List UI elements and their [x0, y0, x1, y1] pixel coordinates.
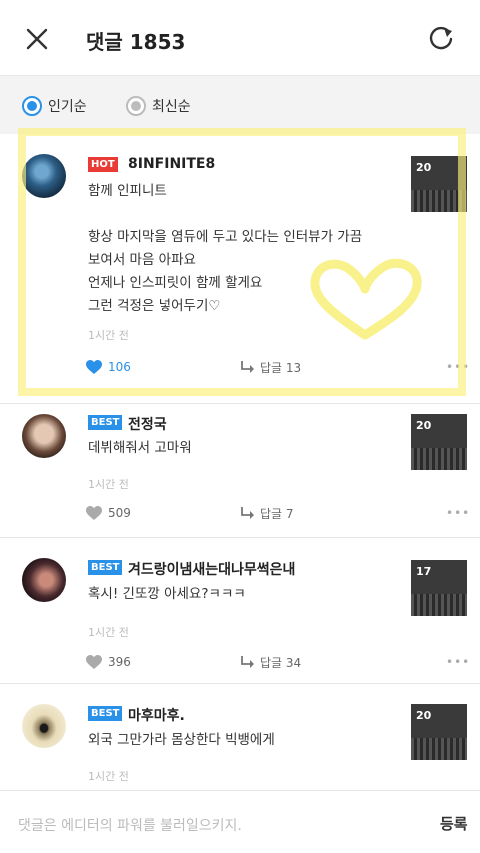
more-icon[interactable]: •••	[446, 360, 470, 374]
more-icon[interactable]: •••	[446, 506, 470, 520]
reply-label: 답글 13	[260, 360, 302, 375]
reply-arrow-icon	[241, 506, 254, 519]
radio-unselected-icon	[126, 96, 146, 116]
sort-popular-radio[interactable]: 인기순	[22, 94, 87, 118]
best-badge: BEST	[88, 415, 123, 430]
best-badge: BEST	[88, 560, 123, 575]
heart-icon	[86, 505, 102, 520]
reply-arrow-icon	[241, 655, 254, 668]
article-thumbnail[interactable]: 20	[411, 704, 467, 760]
comment-item: BEST 마후마후. 외국 그만가라 몸상한다 빅뱅에게 1시간 전 20	[0, 684, 480, 790]
thumbnail-number: 17	[416, 565, 432, 578]
like-button[interactable]: 106	[86, 358, 131, 376]
sort-popular-label: 인기순	[48, 99, 87, 115]
refresh-icon[interactable]	[424, 22, 458, 56]
thumbnail-image	[411, 190, 467, 212]
thumbnail-image	[411, 738, 467, 760]
comment-body: 데뷔해줘서 고마워	[88, 440, 192, 456]
thumbnail-image	[411, 594, 467, 616]
close-icon[interactable]	[22, 24, 52, 54]
header: 댓글 1853	[0, 0, 480, 76]
reply-label: 답글 7	[260, 506, 294, 521]
avatar[interactable]	[22, 414, 66, 458]
comment-time: 1시간 전	[88, 478, 129, 491]
comment-item: BEST 전정국 데뷔해줘서 고마워 1시간 전 509 답글 7 ••• 20	[0, 404, 480, 538]
article-thumbnail[interactable]: 20	[411, 414, 467, 470]
page-title: 댓글 1853	[86, 30, 186, 54]
thumbnail-number: 20	[416, 709, 432, 722]
like-button[interactable]: 396	[86, 653, 131, 671]
submit-button[interactable]: 등록	[440, 813, 468, 834]
comment-item: HOT 8INFINITE8 함께 인피니트 항상 마지막을 염듀에 두고 있다…	[0, 134, 480, 404]
article-thumbnail[interactable]: 17	[411, 560, 467, 616]
comment-list: HOT 8INFINITE8 함께 인피니트 항상 마지막을 염듀에 두고 있다…	[0, 134, 480, 790]
comment-input-bar: 댓글은 에디터의 파워를 불러일으키지. 등록	[0, 790, 480, 853]
comment-body: 함께 인피니트 항상 마지막을 염듀에 두고 있다는 인터뷰가 가끔 보여서 마…	[88, 183, 363, 314]
comment-body: 외국 그만가라 몸상한다 빅뱅에게	[88, 732, 275, 748]
avatar[interactable]	[22, 704, 66, 748]
sort-latest-radio[interactable]: 최신순	[126, 94, 191, 118]
avatar[interactable]	[22, 154, 66, 198]
comment-input[interactable]: 댓글은 에디터의 파워를 불러일으키지.	[18, 815, 242, 835]
reply-button[interactable]: 답글 13	[240, 358, 301, 376]
comment-time: 1시간 전	[88, 770, 129, 783]
comment-item: BEST 겨드랑이냄새는대나무썩은내 혹시! 긴또깡 아세요?ㅋㅋㅋ 1시간 전…	[0, 538, 480, 684]
more-icon[interactable]: •••	[446, 655, 470, 669]
like-count: 106	[108, 360, 131, 374]
comment-author[interactable]: 8INFINITE8	[128, 156, 215, 172]
comment-author[interactable]: 전정국	[128, 414, 167, 434]
reply-arrow-icon	[241, 360, 254, 373]
reply-button[interactable]: 답글 7	[240, 504, 294, 522]
avatar[interactable]	[22, 558, 66, 602]
radio-selected-icon	[22, 96, 42, 116]
sort-bar: 인기순 최신순	[0, 76, 480, 134]
thumbnail-number: 20	[416, 161, 432, 174]
comment-author[interactable]: 마후마후.	[128, 705, 185, 725]
reply-button[interactable]: 답글 34	[240, 653, 301, 671]
comment-body: 혹시! 긴또깡 아세요?ㅋㅋㅋ	[88, 586, 246, 602]
hot-badge: HOT	[88, 157, 118, 172]
like-button[interactable]: 509	[86, 504, 131, 522]
sort-latest-label: 최신순	[152, 99, 191, 115]
heart-icon	[86, 654, 102, 669]
heart-icon	[86, 359, 102, 374]
comment-author[interactable]: 겨드랑이냄새는대나무썩은내	[128, 559, 295, 579]
comment-time: 1시간 전	[88, 626, 129, 639]
like-count: 509	[108, 506, 131, 520]
thumbnail-image	[411, 448, 467, 470]
best-badge: BEST	[88, 706, 123, 721]
reply-label: 답글 34	[260, 655, 302, 670]
like-count: 396	[108, 655, 131, 669]
comment-time: 1시간 전	[88, 329, 129, 342]
thumbnail-number: 20	[416, 419, 432, 432]
article-thumbnail[interactable]: 20	[411, 156, 467, 212]
